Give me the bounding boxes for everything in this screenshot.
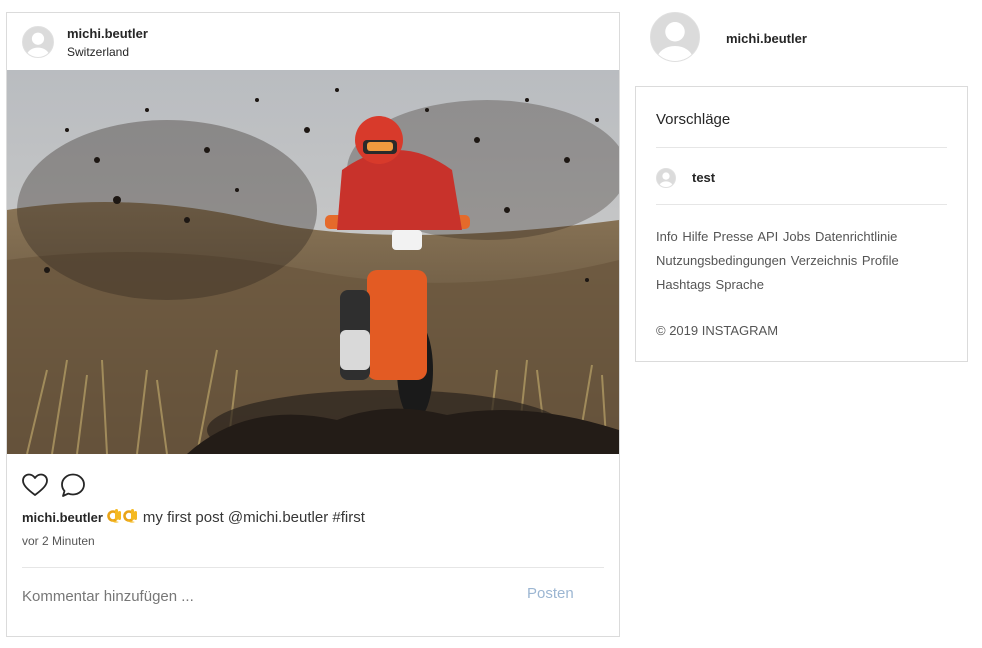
copyright-text: © 2019 INSTAGRAM: [656, 323, 779, 338]
suggestions-divider: [656, 147, 947, 148]
footer-link-presse[interactable]: Presse: [713, 229, 753, 244]
post-actions: [21, 471, 93, 499]
caption-text: my first post @michi.beutler #first: [142, 509, 365, 526]
comment-icon[interactable]: [59, 471, 87, 499]
heart-icon[interactable]: [21, 471, 49, 499]
sidebar-avatar[interactable]: [650, 12, 700, 62]
footer-divider: [656, 204, 947, 205]
post-comment-button[interactable]: Posten: [527, 585, 574, 602]
post-caption: michi.beutler my first post @michi.beutle…: [22, 507, 365, 526]
suggestions-title: Vorschläge: [656, 111, 731, 128]
footer-link-datenrichtlinie[interactable]: Datenrichtlinie: [815, 229, 897, 244]
default-avatar-icon: [23, 27, 53, 57]
footer-link-info[interactable]: Info: [656, 229, 678, 244]
suggestion-username[interactable]: test: [692, 170, 715, 185]
post-location[interactable]: Switzerland: [67, 45, 129, 59]
comment-input[interactable]: [22, 583, 502, 609]
caption-author[interactable]: michi.beutler: [22, 510, 103, 525]
suggestion-item[interactable]: test: [656, 167, 856, 189]
footer-link-nutzungsbedingungen[interactable]: Nutzungsbedingungen: [656, 253, 786, 268]
footer-link-hashtags[interactable]: Hashtags: [656, 277, 711, 292]
suggestion-avatar[interactable]: [656, 168, 676, 188]
ok-hand-emoji-icon: [123, 507, 139, 525]
footer-link-hilfe[interactable]: Hilfe: [682, 229, 708, 244]
footer-link-profile[interactable]: Profile: [862, 253, 899, 268]
post-card: michi.beutler Switzerland michi.beutler …: [6, 12, 620, 637]
default-avatar-icon: [651, 13, 699, 61]
sidebar-username[interactable]: michi.beutler: [726, 31, 807, 46]
post-header: michi.beutler Switzerland: [7, 13, 619, 71]
suggestions-box: Vorschläge test Info Hilfe Presse API Jo…: [635, 86, 968, 362]
comment-divider: [22, 567, 604, 568]
motocross-photo: [7, 70, 619, 454]
footer-link-jobs[interactable]: Jobs: [783, 229, 810, 244]
footer-link-api[interactable]: API: [757, 229, 778, 244]
post-username[interactable]: michi.beutler: [67, 26, 148, 41]
footer-link-verzeichnis[interactable]: Verzeichnis: [791, 253, 857, 268]
post-photo[interactable]: [7, 70, 619, 454]
footer-links: Info Hilfe Presse API Jobs Datenrichtlin…: [656, 225, 956, 297]
post-avatar[interactable]: [22, 26, 54, 58]
footer-link-sprache[interactable]: Sprache: [716, 277, 764, 292]
default-avatar-icon: [657, 169, 675, 187]
post-timestamp[interactable]: vor 2 Minuten: [22, 534, 95, 548]
ok-hand-emoji-icon: [107, 507, 123, 525]
